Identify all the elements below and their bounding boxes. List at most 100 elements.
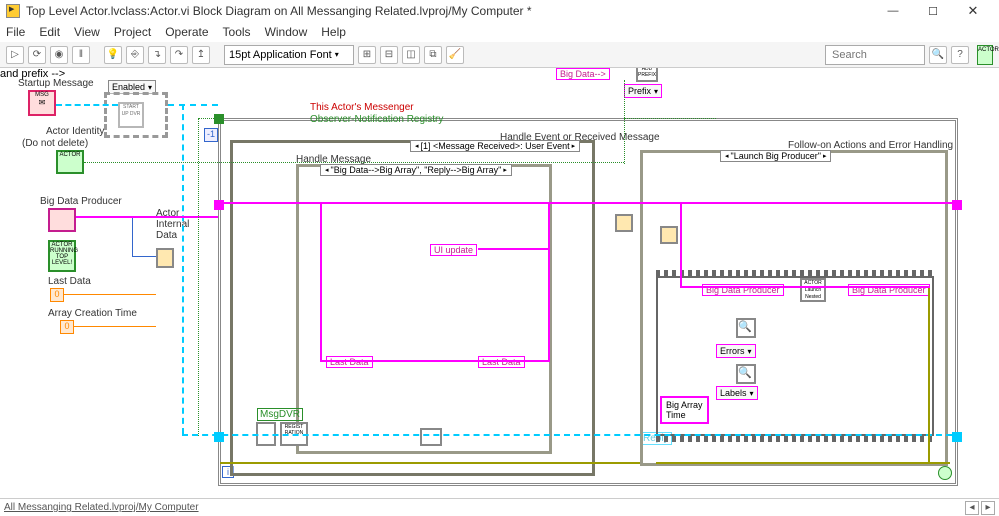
menu-edit[interactable]: Edit [39,25,60,39]
wire-orange-2 [74,326,156,327]
menu-file[interactable]: File [6,25,25,39]
menu-view[interactable]: View [74,25,100,39]
run-button[interactable]: ▷ [6,46,24,64]
menu-tools[interactable]: Tools [223,25,251,39]
vi-icon [6,4,20,18]
search-icon[interactable]: 🔍 [929,46,947,64]
run-continuously-button[interactable]: ⟳ [28,46,46,64]
array-creation-time-label: Array Creation Time [48,308,137,319]
reorder-button[interactable]: ⧉ [424,46,442,64]
last-data-terminal[interactable]: 0 [50,288,64,302]
ui-update-text[interactable]: UI update [430,244,477,256]
wire-pink-6 [478,248,548,250]
cleanup-button[interactable]: 🧹 [446,46,464,64]
array-creation-time-terminal[interactable]: 0 [60,320,74,334]
wire-olive-1 [220,462,640,464]
search-array-icon[interactable]: 🔍 [736,318,756,338]
wire-green-2 [624,80,625,164]
window-title: Top Level Actor.lvclass:Actor.vi Block D… [26,4,873,18]
wire-cyan-2 [168,104,218,106]
wire-green-5 [198,118,222,119]
font-selector[interactable]: 15pt Application Font [224,45,354,65]
messenger-label: This Actor's Messenger [310,102,414,113]
align-button[interactable]: ⊞ [358,46,376,64]
wire-pink-4 [320,360,550,362]
menu-window[interactable]: Window [265,25,308,39]
wire-pink-5 [548,202,550,362]
wire-green-1 [84,162,624,163]
menubar: File Edit View Project Operate Tools Win… [0,22,999,42]
maximize-button[interactable]: ☐ [913,1,953,21]
menu-operate[interactable]: Operate [165,25,208,39]
last-data-node-2[interactable]: Last Data [478,356,525,368]
msg-event-node[interactable] [420,428,442,446]
wire-pink-9 [680,286,930,288]
scroll-left-button[interactable]: ◂ [965,501,979,515]
wire-pink-7 [640,202,948,204]
minimize-button[interactable]: — [873,1,913,21]
wire-cyan-4 [182,434,952,436]
loop-stop-terminal[interactable] [938,466,952,480]
resize-button[interactable]: ◫ [402,46,420,64]
unbundle-cluster-node[interactable] [615,214,633,232]
event-case-selector[interactable]: [1] <Message Received>: User Event [410,140,580,152]
big-data-producer-terminal[interactable] [48,208,76,232]
constant-neg1[interactable]: -1 [204,128,218,142]
wire-orange-1 [64,294,156,295]
launch-nested-actor-node[interactable]: ACTOR Launch Nested [800,278,826,302]
block-diagram-canvas[interactable]: Startup Message MSG ✉ Actor Identity (Do… [0,68,999,498]
wire-olive-3 [928,288,930,462]
big-data-prefix-text[interactable]: Big Data--> [556,68,610,80]
big-array-constant[interactable]: Big Array Time [660,396,709,424]
shift-register-right [952,200,962,210]
last-data-label: Last Data [48,276,91,287]
errors-selector[interactable]: Errors [716,344,756,358]
pause-button[interactable]: ‖ [72,46,90,64]
bundle-node[interactable] [156,248,174,268]
step-over-button[interactable]: ↷ [170,46,188,64]
step-into-button[interactable]: ↴ [148,46,166,64]
actor-running-top-level[interactable]: ACTOR RUNNING TOP LEVEL! [48,240,76,272]
bundle-cluster-node[interactable] [660,226,678,244]
actor-icon: ACTOR [977,45,993,65]
tunnel-green-left [214,114,224,124]
distribute-button[interactable]: ⊟ [380,46,398,64]
status-bar: All Messanging Related.lvproj/My Compute… [0,498,999,516]
prefix-node[interactable]: Prefix [624,84,662,98]
retain-wire-button[interactable]: ⎆ [126,46,144,64]
followon-case-selector[interactable]: "Launch Big Producer" [720,150,831,162]
msgdvr-label[interactable]: MsgDVR [257,408,303,421]
context-help-button[interactable]: ? [951,46,969,64]
open-fp-icon[interactable]: 🔍 [736,364,756,384]
labels-selector[interactable]: Labels [716,386,758,400]
highlight-button[interactable]: 💡 [104,46,122,64]
startup-message-terminal[interactable]: MSG ✉ [28,90,56,116]
message-case-selector[interactable]: "Big Data-->Big Array", "Reply-->Big Arr… [320,164,512,176]
menu-project[interactable]: Project [114,25,151,39]
wire-cyan-1 [56,104,118,106]
abort-button[interactable]: ◉ [50,46,68,64]
actor-identity-label: Actor Identity [46,126,104,137]
wire-pink-8 [680,202,682,286]
scroll-right-button[interactable]: ▸ [981,501,995,515]
wire-blue-2 [132,218,133,256]
observer-registry-label: Observer-Notification Registry [310,114,443,125]
wire-olive-2 [656,462,950,464]
menu-help[interactable]: Help [321,25,346,39]
actor-internal-data-label: Actor Internal Data [156,208,189,241]
project-path[interactable]: All Messanging Related.lvproj/My Compute… [4,502,199,513]
startup-message-label: Startup Message [18,78,94,89]
close-button[interactable]: ✕ [953,1,993,21]
last-data-node-1[interactable]: Last Data [326,356,373,368]
search-input[interactable] [825,45,925,65]
tunnel-cyan-right [952,432,962,442]
actor-identity-terminal[interactable]: ACTOR [56,150,84,174]
wire-blue-1 [132,256,156,257]
diagram-disable-structure[interactable] [104,92,168,138]
case-structure-message[interactable] [296,164,552,454]
add-prefix-node[interactable]: ADD PREFIX [636,68,658,82]
big-data-producer-label: Big Data Producer [40,196,122,207]
wire-pink-3 [320,202,322,362]
step-out-button[interactable]: ↥ [192,46,210,64]
wire-pink-1 [76,216,218,218]
